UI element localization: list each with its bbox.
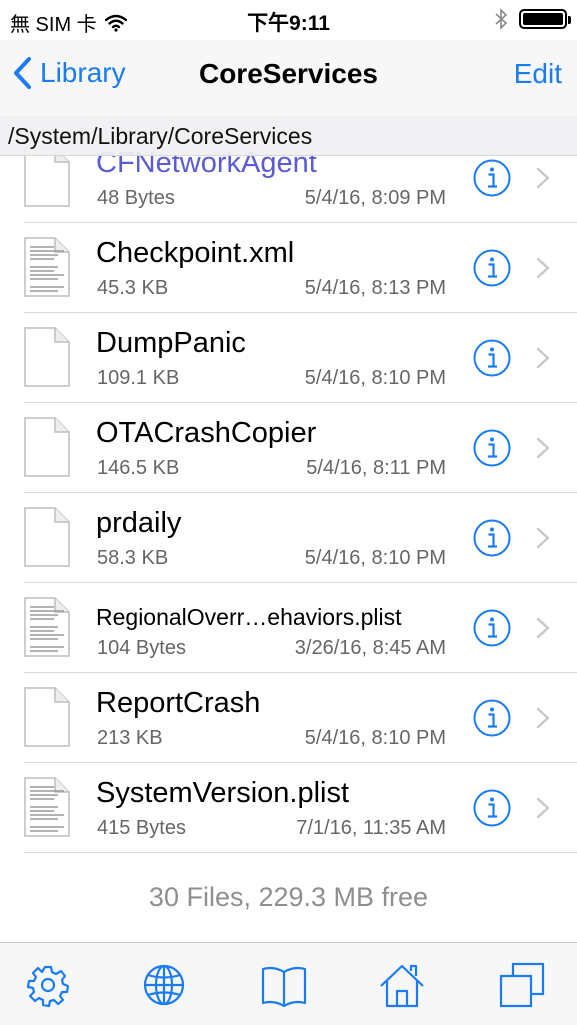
file-name: Checkpoint.xml [96, 237, 295, 269]
file-date: 5/4/16, 8:11 PM [306, 457, 446, 479]
file-name: RegionalOverr…ehaviors.plist [96, 604, 402, 630]
file-row[interactable]: DumpPanic 109.1 KB 5/4/16, 8:10 PM [0, 313, 577, 403]
chevron-right-icon [536, 437, 550, 459]
chevron-right-icon [536, 527, 550, 549]
file-date: 5/4/16, 8:10 PM [304, 547, 446, 569]
text-file-icon [24, 597, 70, 657]
tab-bar [0, 942, 577, 1025]
edit-button[interactable]: Edit [514, 58, 562, 90]
globe-icon[interactable] [140, 961, 188, 1009]
file-date: 5/4/16, 8:09 PM [304, 187, 446, 209]
file-date: 3/26/16, 8:45 AM [294, 637, 446, 659]
home-icon[interactable] [378, 961, 426, 1009]
file-row[interactable]: prdaily 58.3 KB 5/4/16, 8:10 PM [0, 493, 577, 583]
info-icon[interactable] [472, 428, 512, 468]
file-date: 7/1/16, 11:35 AM [296, 817, 446, 839]
book-icon[interactable] [260, 961, 308, 1009]
file-name: DumpPanic [96, 327, 246, 359]
file-row[interactable]: SystemVersion.plist 415 Bytes 7/1/16, 11… [0, 763, 577, 853]
page-title: CoreServices [198, 58, 378, 89]
clock: 下午9:11 [247, 12, 330, 35]
file-name: SystemVersion.plist [96, 777, 350, 809]
file-list: CFNetworkAgent 48 Bytes 5/4/16, 8:09 PM … [0, 133, 577, 853]
file-row[interactable]: ReportCrash 213 KB 5/4/16, 8:10 PM [0, 673, 577, 763]
info-icon[interactable] [472, 518, 512, 558]
file-date: 5/4/16, 8:10 PM [304, 727, 446, 749]
path-bar: /System/Library/CoreServices [0, 116, 577, 156]
file-size: 48 Bytes [97, 187, 175, 209]
chevron-right-icon [536, 167, 550, 189]
file-row[interactable]: RegionalOverr…ehaviors.plist 104 Bytes 3… [0, 583, 577, 673]
file-date: 5/4/16, 8:10 PM [304, 367, 446, 389]
file-size: 45.3 KB [97, 277, 169, 299]
info-icon[interactable] [472, 248, 512, 288]
chevron-right-icon [536, 257, 550, 279]
info-icon[interactable] [472, 158, 512, 198]
settings-icon[interactable] [24, 961, 72, 1009]
file-size: 104 Bytes [97, 637, 186, 659]
chevron-right-icon [536, 707, 550, 729]
file-date: 5/4/16, 8:13 PM [304, 277, 446, 299]
text-file-icon [24, 777, 70, 837]
file-size: 58.3 KB [97, 547, 169, 569]
file-name: ReportCrash [96, 687, 261, 719]
text-file-icon [24, 237, 70, 297]
files-summary: 30 Files, 229.3 MB free [148, 882, 429, 912]
file-name: prdaily [96, 507, 182, 539]
navigation-bar: Library CoreServices Edit [0, 40, 577, 116]
status-right [495, 8, 571, 30]
windows-icon[interactable] [498, 961, 546, 1009]
blank-file-icon [24, 507, 70, 567]
chevron-right-icon [536, 797, 550, 819]
file-size: 415 Bytes [97, 817, 186, 839]
battery-icon [519, 9, 571, 29]
blank-file-icon [24, 327, 70, 387]
chevron-right-icon [536, 347, 550, 369]
file-row[interactable]: OTACrashCopier 146.5 KB 5/4/16, 8:11 PM [0, 403, 577, 493]
blank-file-icon [24, 147, 70, 207]
file-row[interactable]: Checkpoint.xml 45.3 KB 5/4/16, 8:13 PM [0, 223, 577, 313]
status-bar: 無 SIM 卡 下午9:11 [0, 0, 577, 40]
chevron-right-icon [536, 617, 550, 639]
file-size: 146.5 KB [97, 457, 180, 479]
info-icon[interactable] [472, 788, 512, 828]
info-icon[interactable] [472, 698, 512, 738]
info-icon[interactable] [472, 338, 512, 378]
info-icon[interactable] [472, 608, 512, 648]
bluetooth-icon [495, 8, 507, 30]
blank-file-icon [24, 417, 70, 477]
file-name: OTACrashCopier [96, 417, 317, 449]
row-divider [24, 852, 577, 853]
file-size: 109.1 KB [97, 367, 180, 389]
blank-file-icon [24, 687, 70, 747]
file-size: 213 KB [97, 727, 163, 749]
